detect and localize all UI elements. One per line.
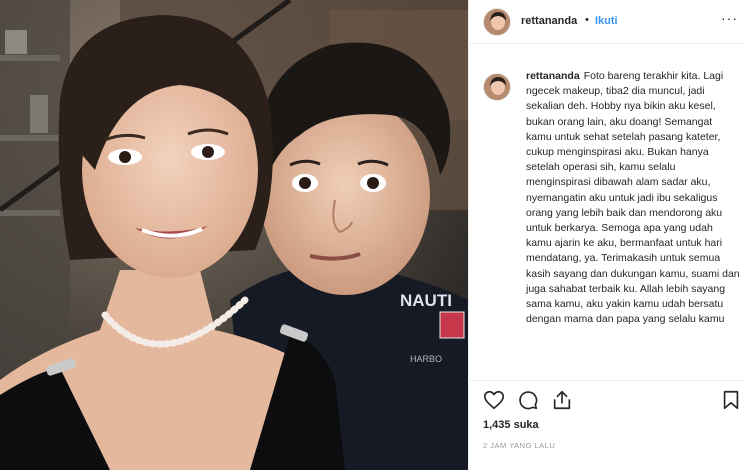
separator-dot: • xyxy=(585,14,589,26)
heart-icon[interactable] xyxy=(483,389,505,411)
post-photo[interactable]: NAUTI HARBO xyxy=(0,0,468,470)
caption-username[interactable]: rettananda xyxy=(526,70,580,82)
comment-icon[interactable] xyxy=(517,389,539,411)
share-icon[interactable] xyxy=(551,389,573,411)
caption-text: Foto bareng terakhir kita. Lagi ngecek m… xyxy=(526,70,740,326)
bookmark-icon[interactable] xyxy=(720,389,742,411)
caption-avatar[interactable] xyxy=(483,73,511,101)
caption: rettananda Foto bareng terakhir kita. Lag… xyxy=(526,69,740,327)
post-side-panel: rettananda • Ikuti ··· rettananda Foto ba… xyxy=(468,0,745,470)
action-bar xyxy=(469,380,745,414)
shirt-small-text: HARBO xyxy=(410,354,442,364)
avatar[interactable] xyxy=(483,8,511,36)
caption-area[interactable]: rettananda Foto bareng terakhir kita. Lag… xyxy=(469,61,745,375)
shirt-text: NAUTI xyxy=(400,291,452,310)
username-link[interactable]: rettananda xyxy=(521,15,577,27)
selfie-image: NAUTI HARBO xyxy=(0,0,468,470)
post-header: rettananda • Ikuti ··· xyxy=(469,0,745,44)
post-timestamp: 2 JAM YANG LALU xyxy=(483,441,556,450)
likes-count[interactable]: 1,435 suka xyxy=(483,419,539,431)
more-options-icon[interactable]: ··· xyxy=(721,10,738,26)
follow-button[interactable]: Ikuti xyxy=(595,15,618,27)
